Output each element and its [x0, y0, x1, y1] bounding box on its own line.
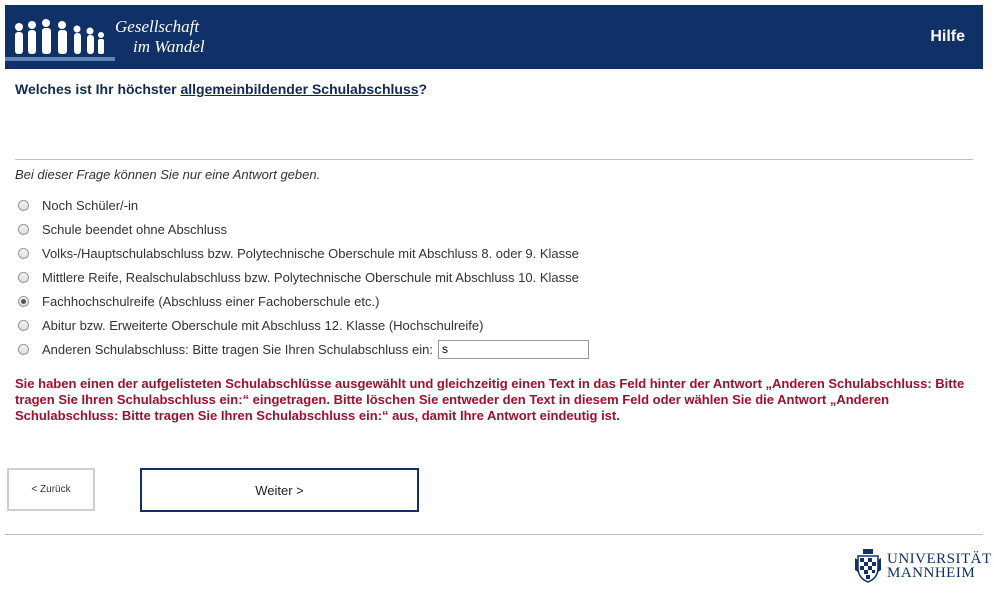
question-prefix: Welches ist Ihr höchster [15, 81, 181, 97]
university-logo: UNIVERSITÄT MANNHEIM [852, 548, 992, 584]
footer-divider [5, 534, 983, 535]
question-suffix: ? [418, 81, 428, 97]
option-label: Abitur bzw. Erweiterte Oberschule mit Ab… [42, 317, 484, 333]
university-name: UNIVERSITÄT MANNHEIM [887, 551, 992, 581]
option-label: Anderen Schulabschluss: Bitte tragen Sie… [42, 341, 433, 357]
option-hauptschule[interactable]: Volks-/Hauptschulabschluss bzw. Polytech… [18, 241, 589, 265]
option-ohne-abschluss[interactable]: Schule beendet ohne Abschluss [18, 217, 589, 241]
back-button[interactable]: < Zurück [7, 468, 95, 511]
option-label: Schule beendet ohne Abschluss [42, 221, 228, 237]
option-fachhochschulreife[interactable]: Fachhochschulreife (Abschluss einer Fach… [18, 289, 589, 313]
option-abitur[interactable]: Abitur bzw. Erweiterte Oberschule mit Ab… [18, 313, 589, 337]
other-degree-input[interactable] [437, 339, 589, 359]
logo: Gesellschaft im Wandel [5, 5, 245, 69]
question-title: Welches ist Ihr höchster allgemeinbilden… [15, 81, 427, 97]
error-message: Sie haben einen der aufgelisteten Schula… [15, 376, 965, 423]
radio-noch-schueler[interactable] [18, 199, 29, 211]
radio-ohne-abschluss[interactable] [18, 223, 29, 235]
help-link[interactable]: Hilfe [930, 28, 965, 46]
question-underlined: allgemeinbildender Schulabschluss [180, 81, 419, 97]
logo-text: Gesellschaft im Wandel [115, 17, 205, 57]
option-label: Noch Schüler/-in [42, 197, 139, 213]
people-silhouette-icon [5, 19, 245, 61]
uni-line-2: MANNHEIM [887, 565, 976, 581]
university-crest-icon [855, 549, 881, 583]
divider [15, 159, 973, 160]
option-label: Fachhochschulreife (Abschluss einer Fach… [42, 293, 380, 309]
option-noch-schueler[interactable]: Noch Schüler/-in [18, 193, 589, 217]
radio-fachhochschulreife[interactable] [18, 295, 29, 307]
answer-options: Noch Schüler/-in Schule beendet ohne Abs… [18, 193, 589, 361]
uni-line-1: UNIVERSITÄT [887, 551, 992, 567]
radio-abitur[interactable] [18, 319, 29, 331]
next-button[interactable]: Weiter > [140, 468, 419, 512]
option-label: Mittlere Reife, Realschulabschluss bzw. … [42, 269, 579, 285]
logo-line-2: im Wandel [133, 37, 205, 56]
option-anderer-abschluss[interactable]: Anderen Schulabschluss: Bitte tragen Sie… [18, 337, 589, 361]
radio-anderer-abschluss[interactable] [18, 343, 29, 355]
option-label: Volks-/Hauptschulabschluss bzw. Polytech… [42, 245, 579, 261]
header-bar: Gesellschaft im Wandel Hilfe [5, 5, 983, 69]
radio-mittlere-reife[interactable] [18, 271, 29, 283]
radio-hauptschule[interactable] [18, 247, 29, 259]
logo-line-1: Gesellschaft [115, 17, 200, 36]
option-mittlere-reife[interactable]: Mittlere Reife, Realschulabschluss bzw. … [18, 265, 589, 289]
answer-hint: Bei dieser Frage können Sie nur eine Ant… [15, 167, 321, 182]
